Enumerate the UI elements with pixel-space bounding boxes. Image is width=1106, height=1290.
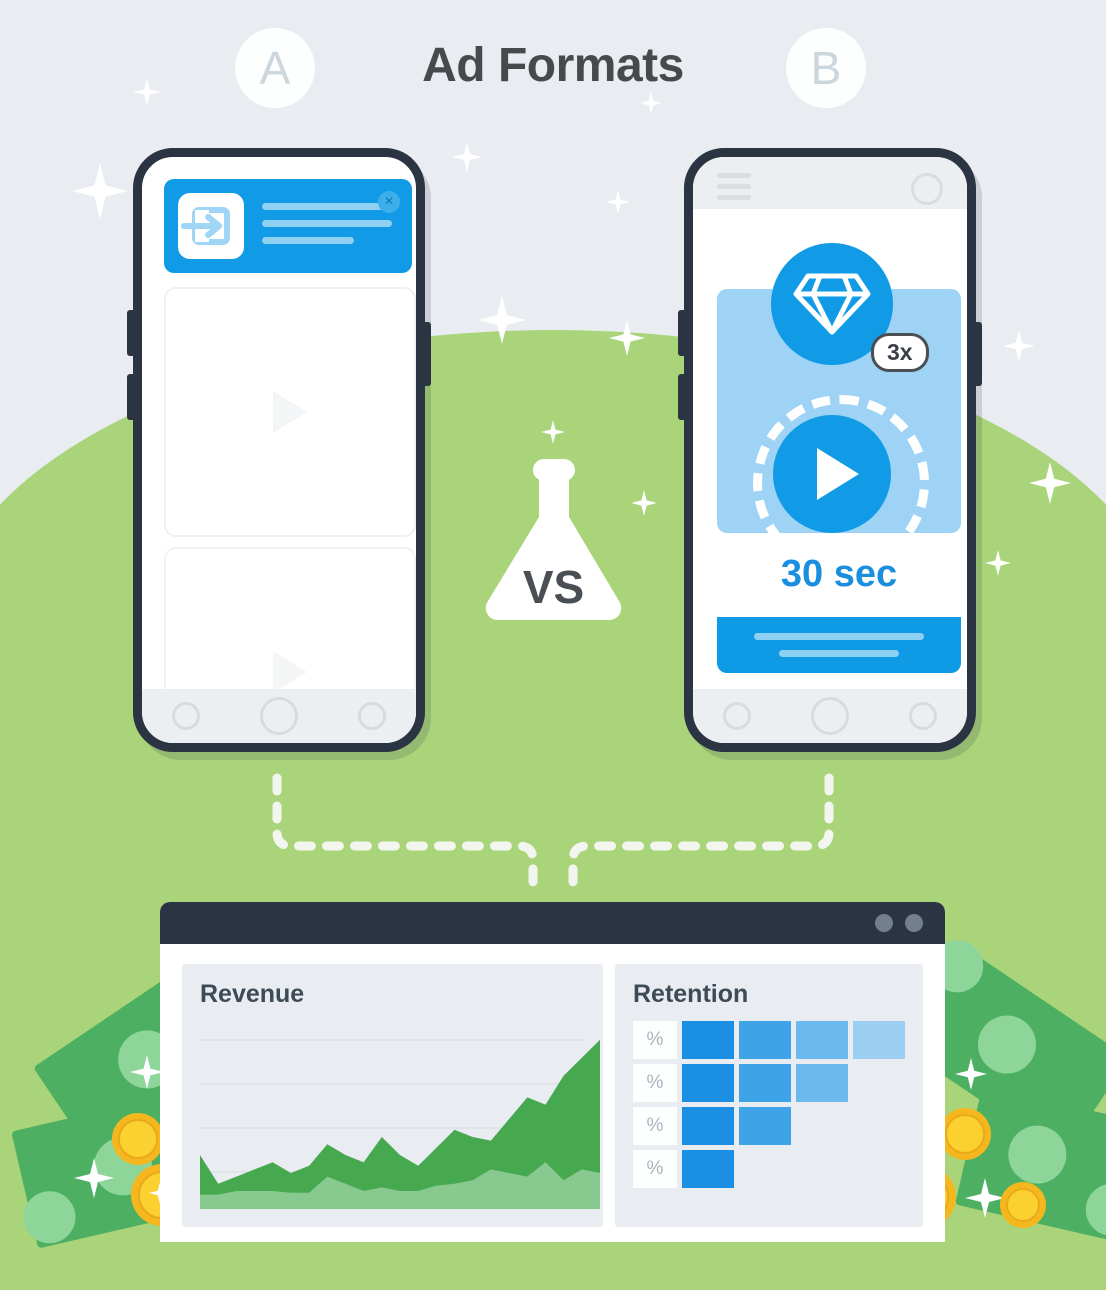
nav-circle-small[interactable] — [909, 702, 937, 730]
hamburger-icon[interactable] — [717, 173, 751, 206]
banner-ad-text-lines — [262, 203, 392, 254]
retention-row-label: % — [633, 1064, 677, 1102]
phone-b-status-bar — [693, 157, 967, 209]
play-triangle-icon — [817, 448, 859, 500]
phone-b-navigation-bar[interactable] — [693, 689, 967, 743]
retention-cell[interactable] — [739, 1021, 791, 1059]
play-triangle-icon — [273, 651, 307, 693]
window-dot-icon[interactable] — [875, 914, 893, 932]
nav-circle-large[interactable] — [260, 697, 298, 735]
retention-cell[interactable] — [682, 1150, 734, 1188]
retention-row-label: % — [633, 1107, 677, 1145]
retention-cohort-heatmap: %%%% — [633, 1021, 905, 1188]
vs-label: VS — [522, 561, 585, 613]
dashboard-panels: Revenue Retention %%%% — [160, 944, 945, 1227]
sparkle-icon — [1003, 330, 1035, 362]
nav-circle-small[interactable] — [172, 702, 200, 730]
window-title-bar — [160, 902, 945, 944]
play-triangle-icon — [273, 391, 307, 433]
flask-icon: VS — [476, 455, 631, 625]
page-header: A Ad Formats B — [0, 0, 1106, 140]
illustration-canvas: A Ad Formats B × 3x 30 sec VS Revenue Re… — [0, 0, 1106, 1290]
revenue-panel[interactable]: Revenue — [182, 964, 603, 1227]
close-icon[interactable]: × — [378, 191, 400, 213]
retention-row: % — [633, 1150, 905, 1188]
retention-row: % — [633, 1064, 905, 1102]
revenue-panel-title: Revenue — [200, 980, 305, 1008]
coin-icon — [1000, 1182, 1046, 1228]
duration-label: 30 sec — [780, 553, 898, 595]
banner-ad[interactable]: × — [164, 179, 412, 273]
retention-panel-title: Retention — [633, 980, 749, 1008]
retention-row-label: % — [633, 1021, 677, 1059]
content-card[interactable] — [164, 287, 416, 537]
ad-cta-bar[interactable] — [717, 617, 961, 673]
multiplier-badge: 3x — [871, 333, 929, 372]
coin-icon — [112, 1113, 164, 1165]
retention-row: % — [633, 1107, 905, 1145]
revenue-area-chart — [200, 1021, 600, 1211]
play-button[interactable] — [773, 415, 891, 533]
retention-cell[interactable] — [853, 1021, 905, 1059]
nav-circle-small[interactable] — [723, 702, 751, 730]
close-icon-glyph: × — [384, 193, 394, 210]
phone-b-device[interactable]: 3x 30 sec — [684, 148, 976, 752]
coin-icon — [939, 1108, 991, 1160]
retention-cell[interactable] — [739, 1107, 791, 1145]
circle-icon[interactable] — [911, 173, 943, 205]
sparkle-icon — [72, 163, 128, 219]
nav-circle-small[interactable] — [358, 702, 386, 730]
login-arrow-box-icon — [178, 193, 244, 259]
retention-cell[interactable] — [682, 1064, 734, 1102]
analytics-window[interactable]: Revenue Retention %%%% — [160, 902, 945, 1242]
retention-cell[interactable] — [739, 1064, 791, 1102]
retention-cell[interactable] — [682, 1021, 734, 1059]
page-title: Ad Formats — [422, 39, 684, 92]
sparkle-icon — [452, 142, 482, 172]
retention-panel[interactable]: Retention %%%% — [615, 964, 923, 1227]
sparkle-icon — [606, 190, 630, 214]
variant-b-badge[interactable]: B — [786, 28, 866, 108]
variant-b-label: B — [810, 42, 842, 94]
revenue-chart-svg — [200, 1039, 600, 1209]
retention-cell[interactable] — [682, 1107, 734, 1145]
retention-row-label: % — [633, 1150, 677, 1188]
retention-cell[interactable] — [796, 1021, 848, 1059]
retention-row: % — [633, 1021, 905, 1059]
phone-a-device[interactable]: × — [133, 148, 425, 752]
retention-cell[interactable] — [796, 1064, 848, 1102]
nav-circle-large[interactable] — [811, 697, 849, 735]
phone-a-navigation-bar[interactable] — [142, 689, 416, 743]
window-dot-icon[interactable] — [905, 914, 923, 932]
